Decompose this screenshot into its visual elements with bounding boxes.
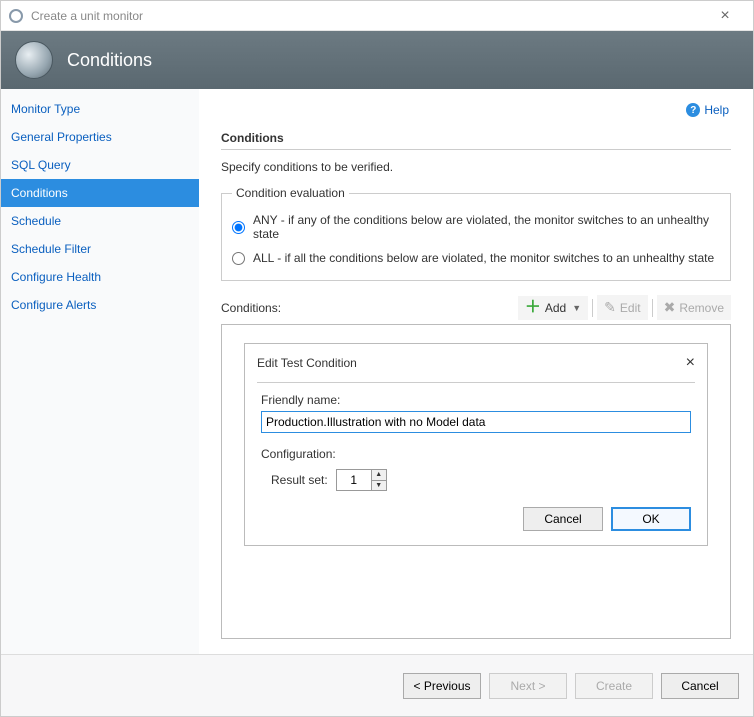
close-icon[interactable]: × (705, 7, 745, 25)
radio-any-label: ANY - if any of the conditions below are… (253, 213, 720, 241)
section-title: Conditions (221, 131, 731, 145)
edit-label: Edit (620, 301, 641, 315)
radio-all-label: ALL - if all the conditions below are vi… (253, 251, 714, 265)
pencil-icon: ✎ (604, 299, 616, 316)
spin-up-icon[interactable]: ▲ (372, 470, 386, 481)
banner-title: Conditions (67, 50, 152, 71)
sidebar-item-schedule-filter[interactable]: Schedule Filter (1, 235, 199, 263)
conditions-label: Conditions: (221, 301, 281, 315)
content-pane: ? Help Conditions Specify conditions to … (199, 89, 753, 654)
sidebar-item-general-properties[interactable]: General Properties (1, 123, 199, 151)
separator (592, 299, 593, 317)
edit-condition-dialog: Edit Test Condition × Friendly name: Con… (244, 343, 708, 546)
help-label: Help (704, 103, 729, 117)
sidebar-item-conditions[interactable]: Conditions (1, 179, 199, 207)
plus-icon: ＋ (525, 300, 541, 316)
help-icon: ? (686, 103, 700, 117)
spin-down-icon[interactable]: ▼ (372, 481, 386, 491)
result-set-input[interactable] (337, 470, 371, 490)
condition-evaluation-fieldset: Condition evaluation ANY - if any of the… (221, 186, 731, 281)
remove-label: Remove (679, 301, 724, 315)
fieldset-legend: Condition evaluation (232, 186, 349, 200)
sidebar-item-sql-query[interactable]: SQL Query (1, 151, 199, 179)
conditions-list-panel: Edit Test Condition × Friendly name: Con… (221, 324, 731, 639)
result-set-label: Result set: (271, 473, 328, 487)
configuration-label: Configuration: (261, 447, 691, 461)
titlebar: Create a unit monitor × (1, 1, 753, 31)
cancel-button[interactable]: Cancel (661, 673, 739, 699)
sidebar-item-monitor-type[interactable]: Monitor Type (1, 95, 199, 123)
friendly-name-label: Friendly name: (261, 393, 691, 407)
next-button[interactable]: Next > (489, 673, 567, 699)
previous-button[interactable]: < Previous (403, 673, 481, 699)
add-label: Add (545, 301, 566, 315)
wizard-footer: < Previous Next > Create Cancel (1, 654, 753, 716)
sidebar-item-configure-health[interactable]: Configure Health (1, 263, 199, 291)
dialog-title: Edit Test Condition (257, 356, 686, 370)
separator (652, 299, 653, 317)
dialog-ok-button[interactable]: OK (611, 507, 691, 531)
dialog-cancel-button[interactable]: Cancel (523, 507, 603, 531)
app-icon (9, 9, 23, 23)
create-button[interactable]: Create (575, 673, 653, 699)
remove-button[interactable]: ✖ Remove (657, 295, 731, 320)
section-description: Specify conditions to be verified. (221, 160, 731, 174)
sidebar-item-schedule[interactable]: Schedule (1, 207, 199, 235)
radio-any-row[interactable]: ANY - if any of the conditions below are… (232, 208, 720, 246)
help-link[interactable]: ? Help (686, 103, 729, 117)
dialog-close-icon[interactable]: × (686, 354, 695, 372)
conditions-toolbar: Conditions: ＋ Add ▼ ✎ Edit ✖ Remove (221, 295, 731, 320)
banner-orb-icon (15, 41, 53, 79)
banner: Conditions (1, 31, 753, 89)
radio-all-row[interactable]: ALL - if all the conditions below are vi… (232, 246, 720, 270)
x-icon: ✖ (664, 299, 676, 316)
friendly-name-input[interactable] (261, 411, 691, 433)
sidebar-item-configure-alerts[interactable]: Configure Alerts (1, 291, 199, 319)
divider (221, 149, 731, 150)
radio-all[interactable] (232, 252, 245, 265)
radio-any[interactable] (232, 221, 245, 234)
result-set-stepper[interactable]: ▲ ▼ (336, 469, 387, 491)
add-button[interactable]: ＋ Add ▼ (518, 296, 588, 320)
edit-button[interactable]: ✎ Edit (597, 295, 647, 320)
window-title: Create a unit monitor (31, 9, 705, 23)
chevron-down-icon: ▼ (572, 303, 581, 313)
sidebar: Monitor Type General Properties SQL Quer… (1, 89, 199, 654)
